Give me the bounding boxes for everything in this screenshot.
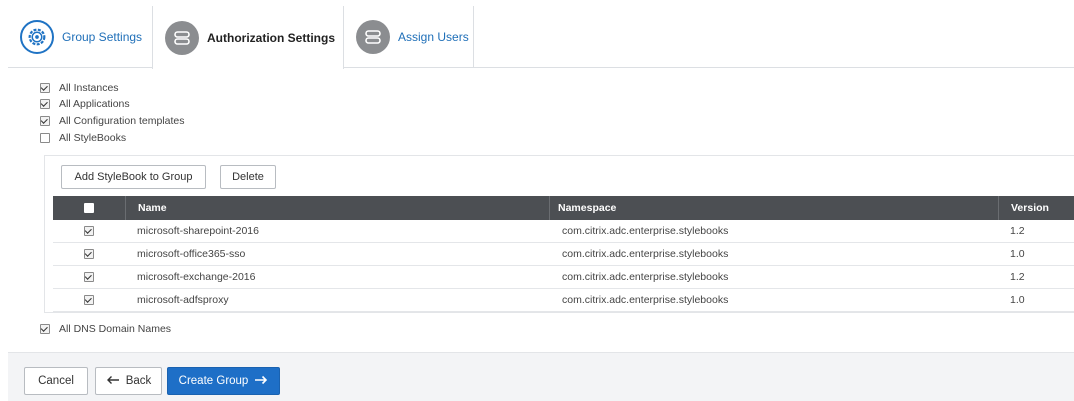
all-applications-label: All Applications [59, 98, 130, 110]
tab-authorization-settings[interactable]: Authorization Settings [152, 6, 344, 69]
all-dns-checkbox[interactable] [40, 324, 50, 334]
row-namespace: com.citrix.adc.enterprise.stylebooks [562, 294, 729, 306]
cancel-label: Cancel [38, 375, 74, 387]
all-config-templates-checkbox[interactable] [40, 116, 50, 126]
back-button[interactable]: Back [95, 367, 162, 395]
row-namespace: com.citrix.adc.enterprise.stylebooks [562, 225, 729, 237]
all-instances-checkbox[interactable] [40, 83, 50, 93]
row-name: microsoft-exchange-2016 [137, 271, 256, 283]
all-config-templates-label: All Configuration templates [59, 115, 185, 127]
row-version: 1.0 [1010, 294, 1025, 306]
row-checkbox[interactable] [84, 295, 94, 305]
option-all-config-templates[interactable]: All Configuration templates [40, 115, 184, 127]
table-row[interactable]: microsoft-adfsproxy com.citrix.adc.enter… [53, 289, 1074, 312]
tab-assign-users[interactable]: Assign Users [344, 6, 474, 68]
add-stylebook-button[interactable]: Add StyleBook to Group [61, 165, 206, 189]
all-instances-label: All Instances [59, 82, 119, 94]
option-all-applications[interactable]: All Applications [40, 98, 130, 110]
arrow-left-icon [106, 375, 120, 388]
create-group-label: Create Group [178, 375, 249, 387]
all-stylebooks-label: All StyleBooks [59, 132, 127, 144]
row-checkbox[interactable] [84, 249, 94, 259]
table-row[interactable]: microsoft-sharepoint-2016 com.citrix.adc… [53, 220, 1074, 243]
delete-button[interactable]: Delete [220, 165, 276, 189]
option-all-stylebooks[interactable]: All StyleBooks [40, 132, 126, 144]
select-all-cell [53, 196, 125, 220]
column-header-version[interactable]: Version [998, 196, 1074, 220]
table-header: Name Namespace Version [53, 196, 1074, 220]
row-namespace: com.citrix.adc.enterprise.stylebooks [562, 271, 729, 283]
row-name: microsoft-office365-sso [137, 248, 246, 260]
gear-icon [20, 20, 54, 54]
cancel-button[interactable]: Cancel [24, 367, 88, 395]
server-icon [165, 20, 199, 55]
all-stylebooks-checkbox[interactable] [40, 133, 50, 143]
tab-authorization-settings-label: Authorization Settings [207, 30, 335, 45]
row-version: 1.2 [1010, 225, 1025, 237]
row-version: 1.2 [1010, 271, 1025, 283]
tab-group-settings-label: Group Settings [62, 30, 143, 44]
row-version: 1.0 [1010, 248, 1025, 260]
all-dns-label: All DNS Domain Names [59, 323, 172, 335]
row-checkbox[interactable] [84, 226, 94, 236]
row-name: microsoft-adfsproxy [137, 294, 229, 306]
tab-assign-users-label: Assign Users [398, 30, 469, 44]
table-row[interactable]: microsoft-exchange-2016 com.citrix.adc.e… [53, 266, 1074, 289]
column-header-namespace[interactable]: Namespace [549, 196, 998, 220]
column-header-name[interactable]: Name [125, 196, 549, 220]
all-applications-checkbox[interactable] [40, 99, 50, 109]
tab-group-settings[interactable]: Group Settings [8, 6, 152, 68]
table-row[interactable]: microsoft-office365-sso com.citrix.adc.e… [53, 243, 1074, 266]
option-all-dns[interactable]: All DNS Domain Names [40, 323, 171, 335]
back-label: Back [125, 375, 152, 387]
row-checkbox[interactable] [84, 272, 94, 282]
select-all-checkbox[interactable] [84, 203, 94, 213]
arrow-right-icon [254, 375, 268, 388]
row-name: microsoft-sharepoint-2016 [137, 225, 259, 237]
wizard-footer: Cancel Back Create Group [8, 352, 1074, 401]
option-all-instances[interactable]: All Instances [40, 82, 119, 94]
wizard-tabs: Group Settings Authorization Settings As… [8, 6, 1074, 69]
row-namespace: com.citrix.adc.enterprise.stylebooks [562, 248, 729, 260]
server-icon [356, 20, 390, 54]
create-group-button[interactable]: Create Group [167, 367, 280, 395]
